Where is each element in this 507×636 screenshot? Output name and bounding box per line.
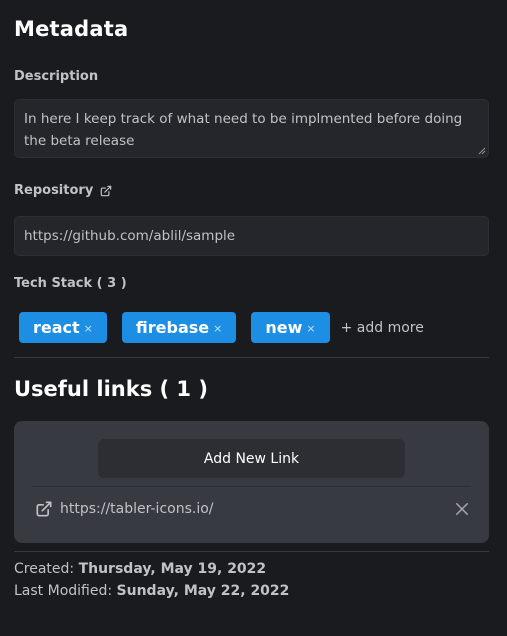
description-textarea[interactable]: In here I keep track of what need to be …	[14, 99, 489, 158]
link-item: https://tabler-icons.io/	[34, 495, 473, 523]
tech-stack-tags: react × firebase × new × + add more	[19, 312, 424, 343]
tag-label: new	[265, 318, 303, 337]
resize-handle-icon[interactable]	[478, 147, 486, 155]
created-label: Created:	[14, 561, 75, 577]
metadata-page: Metadata Description In here I keep trac…	[0, 0, 507, 636]
tag-firebase[interactable]: firebase ×	[121, 312, 237, 343]
useful-links-heading: Useful links ( 1 )	[14, 377, 208, 401]
link-url[interactable]: https://tabler-icons.io/	[60, 501, 214, 517]
external-link-icon[interactable]	[34, 499, 54, 519]
close-icon[interactable]	[453, 500, 471, 518]
add-new-link-button[interactable]: Add New Link	[98, 439, 405, 478]
modified-value: Sunday, May 22, 2022	[116, 583, 290, 599]
tag-new[interactable]: new ×	[251, 312, 330, 343]
description-label-text: Description	[14, 69, 99, 84]
tag-react[interactable]: react ×	[19, 312, 107, 343]
tag-remove-icon[interactable]: ×	[306, 322, 315, 335]
repository-url: https://github.com/ablil/sample	[24, 228, 236, 244]
tech-stack-label-text: Tech Stack ( 3 )	[14, 276, 127, 291]
useful-links-panel: Add New Link https://tabler-icons.io/	[14, 421, 489, 543]
divider	[14, 551, 489, 552]
description-label: Description	[14, 69, 98, 84]
divider	[14, 357, 489, 358]
description-text: In here I keep track of what need to be …	[24, 111, 463, 149]
repository-label: Repository	[14, 183, 113, 198]
modified-label: Last Modified:	[14, 583, 113, 599]
tag-remove-icon[interactable]: ×	[84, 322, 93, 335]
created-date: Created: Thursday, May 19, 2022	[14, 561, 266, 577]
tag-remove-icon[interactable]: ×	[213, 322, 222, 335]
repository-label-text: Repository	[14, 183, 94, 198]
tag-label: react	[33, 318, 80, 337]
modified-date: Last Modified: Sunday, May 22, 2022	[14, 583, 289, 599]
created-value: Thursday, May 19, 2022	[78, 561, 267, 577]
add-more-tags-button[interactable]: + add more	[341, 320, 424, 336]
tag-label: firebase	[135, 318, 210, 337]
repository-input[interactable]: https://github.com/ablil/sample	[14, 216, 489, 256]
external-link-icon[interactable]	[99, 184, 113, 198]
panel-divider	[32, 486, 471, 487]
tech-stack-label: Tech Stack ( 3 )	[14, 276, 127, 291]
metadata-heading: Metadata	[14, 17, 129, 41]
